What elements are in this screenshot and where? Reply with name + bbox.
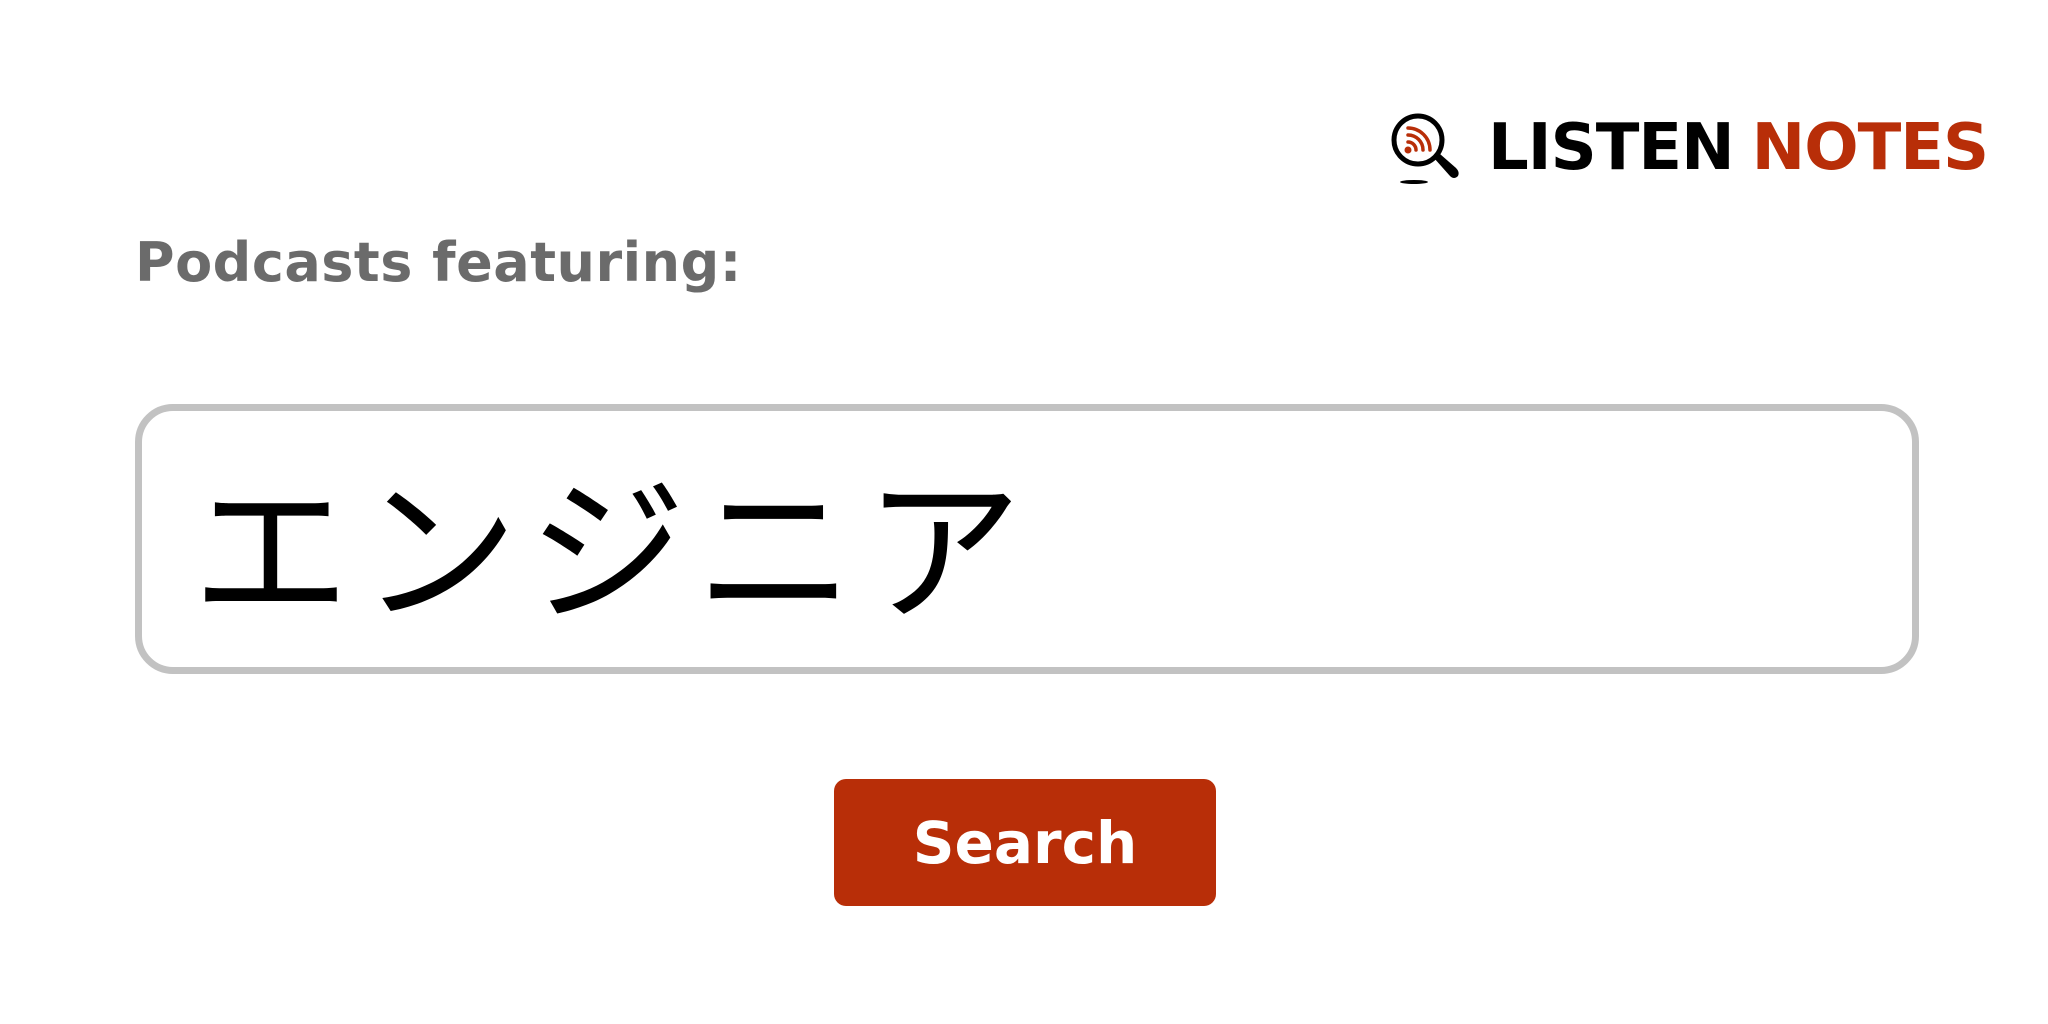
page-heading: Podcasts featuring:: [135, 231, 742, 294]
search-box[interactable]: [135, 404, 1919, 674]
page: LISTEN NOTES Podcasts featuring: Search: [0, 0, 2048, 1024]
magnifier-podcast-icon: [1391, 113, 1459, 184]
search-button[interactable]: Search: [834, 779, 1216, 906]
logo-word-listen: LISTEN: [1488, 111, 1735, 185]
logo-text: LISTEN NOTES: [1488, 111, 1989, 185]
search-input[interactable]: [192, 447, 1912, 631]
listen-notes-logo[interactable]: LISTEN NOTES: [1388, 108, 1989, 188]
logo-word-notes: NOTES: [1751, 111, 1989, 185]
